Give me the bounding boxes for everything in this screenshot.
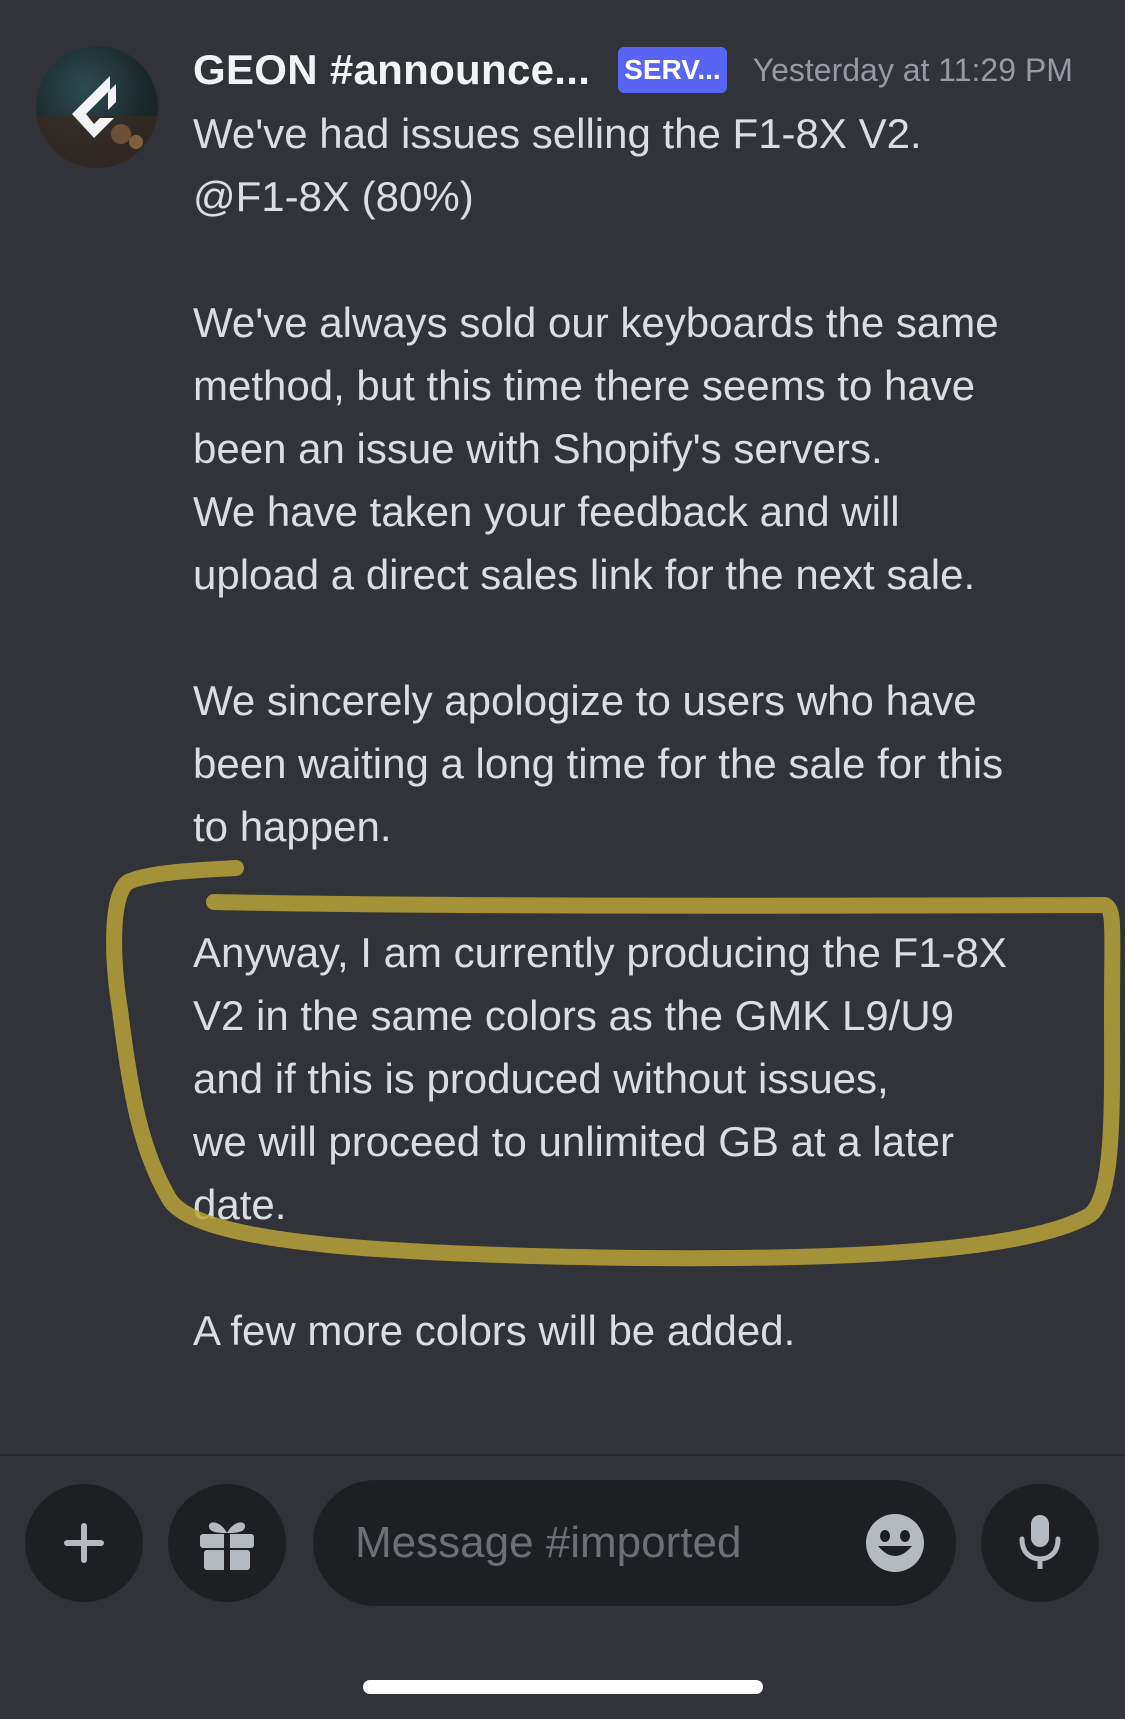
message-line: We have taken your feedback and will: [193, 488, 900, 535]
role-mention[interactable]: @F1-8X (80%): [193, 165, 1093, 228]
microphone-icon: [1019, 1515, 1061, 1569]
message-line-highlighted: date.: [193, 1181, 287, 1228]
message-body: We've had issues selling the F1-8X V2. @…: [193, 102, 1093, 1362]
message-line-highlighted: Anyway, I am currently producing the F1-…: [193, 929, 1007, 976]
message-line-break: [193, 228, 1093, 291]
message-line-break: [193, 1236, 1093, 1299]
message-line: to happen.: [193, 803, 392, 850]
message-line-break: [193, 606, 1093, 669]
emoji-picker-button[interactable]: [864, 1512, 926, 1574]
message-line: upload a direct sales link for the next …: [193, 551, 976, 598]
server-avatar[interactable]: [36, 46, 158, 168]
message-line: A few more colors will be added.: [193, 1307, 796, 1354]
message-line-highlighted: V2 in the same colors as the GMK L9/U9: [193, 992, 955, 1039]
message-input[interactable]: Message #imported: [313, 1480, 956, 1606]
message-line-highlighted: and if this is produced without issues,: [193, 1055, 889, 1102]
message-input-placeholder: Message #imported: [355, 1518, 742, 1567]
message-line: We've had issues selling the F1-8X V2.: [193, 110, 922, 157]
add-attachment-button[interactable]: [25, 1484, 143, 1602]
message-line: We sincerely apologize to users who have: [193, 677, 977, 724]
message-line-break: [193, 858, 1093, 921]
message-timestamp: Yesterday at 11:29 PM: [752, 51, 1073, 88]
server-tag-badge[interactable]: SERV...: [618, 47, 727, 93]
message-line: We've always sold our keyboards the same: [193, 299, 999, 346]
chat-screen: GEON #announce... SERV... Yesterday at 1…: [0, 0, 1125, 1719]
plus-icon: [64, 1523, 104, 1563]
message-line-highlighted: we will proceed to unlimited GB at a lat…: [193, 1118, 955, 1165]
message-header: GEON #announce... SERV... Yesterday at 1…: [193, 42, 1073, 98]
smile-emoji-icon: [866, 1514, 924, 1572]
gift-nitro-button[interactable]: [168, 1484, 286, 1602]
gift-icon: [200, 1522, 254, 1570]
voice-message-button[interactable]: [981, 1484, 1099, 1602]
server-logo-icon: [36, 76, 158, 168]
message-line: method, but this time there seems to hav…: [193, 362, 976, 409]
home-indicator[interactable]: [363, 1680, 763, 1694]
message-line: been an issue with Shopify's servers.: [193, 425, 883, 472]
author-name[interactable]: GEON #announce...: [193, 46, 590, 94]
message-line: been waiting a long time for the sale fo…: [193, 740, 1004, 787]
